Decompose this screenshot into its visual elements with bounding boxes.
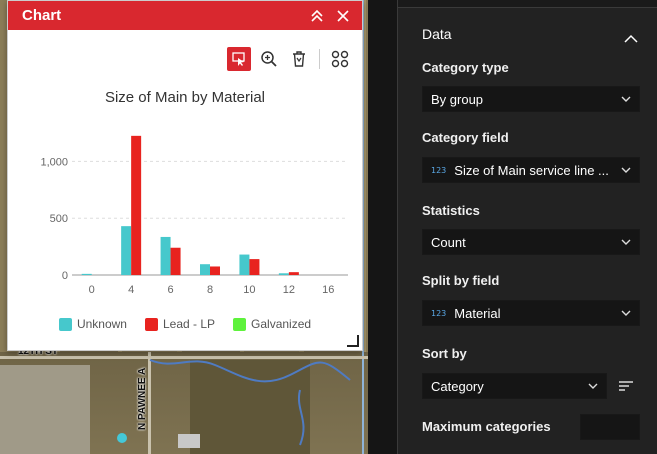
chevron-down-icon [621,165,631,175]
category-type-value: By group [431,91,484,107]
x-tick-label: 0 [89,284,95,296]
chevron-up-icon[interactable] [624,29,638,48]
x-tick-label: 6 [168,284,174,296]
statistics-select[interactable]: Count [422,229,640,255]
resize-handle[interactable] [347,335,359,347]
settings-panel: Data Category type By group Category fie… [398,0,657,454]
chart-widget-header: Chart [8,1,362,30]
legend-swatch [58,317,72,331]
legend-swatch [233,317,247,331]
sort-by-value: Category [431,378,484,394]
chart-widget: Chart Size of Main by Material 0 500 1,000… [7,0,363,351]
category-type-label: Category type [422,60,509,75]
category-field-value: Size of Main service line ... [454,162,609,178]
y-tick-label: 1,000 [40,156,68,168]
chart-legend: Unknown Lead - LP Galvanized [8,317,362,331]
trash-icon[interactable] [287,47,311,71]
split-by-field-select[interactable]: 123 Material [422,300,640,326]
legend-item[interactable]: Lead - LP [144,317,216,331]
chevron-down-icon [588,381,598,391]
selection-cursor-icon[interactable] [227,47,251,71]
split-by-field-label: Split by field [422,273,500,288]
legend-label: Lead - LP [162,317,216,331]
panel-divider [368,0,398,454]
number-field-icon: 123 [431,308,447,318]
split-by-field-value: Material [454,305,501,321]
x-tick-label: 12 [283,284,295,296]
maximum-categories-label: Maximum categories [422,419,551,434]
zoom-in-icon[interactable] [257,47,281,71]
chart-toolbar [227,47,352,71]
chevron-down-icon [621,308,631,318]
bar-unknown [81,273,92,275]
y-tick-label: 0 [62,270,68,282]
legend-swatch [144,317,158,331]
x-tick-label: 10 [243,284,255,296]
sort-by-label: Sort by [422,346,467,361]
sort-by-select[interactable]: Category [422,373,607,399]
bar-lead-lp [288,272,299,275]
bar-lead-lp [131,135,142,275]
bar-lead-lp [170,247,181,275]
bar-chart[interactable]: 0 500 1,000 0 4 6 8 10 12 16 [8,121,364,301]
toolbar-separator [319,49,320,69]
legend-item[interactable]: Galvanized [233,317,311,331]
bar-unknown [121,226,132,275]
number-field-icon: 123 [431,165,447,175]
bar-unknown [239,254,250,275]
statistics-label: Statistics [422,203,480,218]
maximum-categories-input[interactable] [580,414,640,440]
map-streams [117,359,351,448]
chart-widget-title: Chart [22,7,62,24]
bar-unknown [278,273,289,275]
bar-unknown [160,236,171,275]
category-type-select[interactable]: By group [422,86,640,112]
chart-title: Size of Main by Material [104,89,266,106]
category-field-label: Category field [422,130,509,145]
close-icon[interactable] [330,1,356,30]
double-chevron-up-icon[interactable] [304,1,330,30]
legend-item[interactable]: Unknown [58,317,127,331]
category-field-select[interactable]: 123 Size of Main service line ... [422,157,640,183]
bar-lead-lp [210,266,220,275]
map-avenue-label: N PAWNEE A [137,367,148,430]
legend-label: Unknown [76,317,127,331]
chevron-down-icon [621,237,631,247]
x-tick-label: 16 [322,284,334,296]
legend-label: Galvanized [251,317,312,331]
panel-top-edge [398,0,657,8]
bar-unknown [200,264,210,275]
statistics-value: Count [431,234,466,250]
x-tick-label: 8 [207,284,213,296]
grid-dots-icon[interactable] [328,47,352,71]
x-tick-label: 4 [128,284,134,296]
sort-order-icon[interactable] [618,379,634,398]
data-section-title[interactable]: Data [422,26,452,42]
bar-lead-lp [249,259,260,275]
chevron-down-icon [621,94,631,104]
y-tick-label: 500 [50,213,68,225]
